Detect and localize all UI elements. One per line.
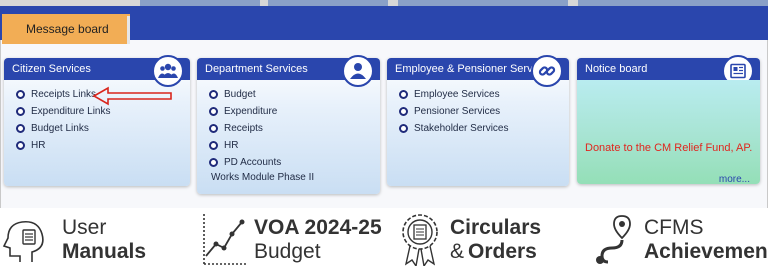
- list-item-pensioner-services[interactable]: Pensioner Services: [399, 103, 569, 120]
- card-title: Employee & Pensioner Services: [395, 63, 553, 75]
- list-item-expenditure[interactable]: Expenditure: [209, 103, 380, 120]
- feature-strip: User Manuals VOA 2024-25 Budget Circular…: [0, 208, 768, 267]
- list-item-hr[interactable]: HR: [16, 137, 190, 154]
- message-board-tab[interactable]: Message board: [2, 14, 130, 44]
- citizen-services-card: Citizen Services Receipts Links Expendit…: [4, 55, 190, 186]
- bullet-icon: [16, 90, 25, 99]
- list-item-pd-accounts[interactable]: PD Accounts: [209, 154, 380, 171]
- bullet-icon: [399, 124, 408, 133]
- list-item-receipts[interactable]: Receipts: [209, 120, 380, 137]
- employee-pensioner-card: Employee & Pensioner Services Employee S…: [387, 55, 569, 186]
- card-title: Department Services: [205, 63, 308, 75]
- card-header: Employee & Pensioner Services: [387, 55, 569, 87]
- card-header: Department Services: [197, 55, 380, 87]
- list-item-budget-links[interactable]: Budget Links: [16, 120, 190, 137]
- bullet-icon: [209, 90, 218, 99]
- feature-line2: Orders: [468, 240, 537, 263]
- red-arrow-icon: [92, 86, 172, 106]
- card-title: Citizen Services: [12, 63, 91, 75]
- more-link[interactable]: more...: [719, 174, 750, 185]
- card-title: Notice board: [585, 63, 648, 75]
- department-services-card: Department Services Budget Expenditure R…: [197, 55, 380, 194]
- user-manual-icon: [2, 220, 44, 262]
- certificate-badge-icon: [402, 214, 438, 266]
- bullet-icon: [399, 90, 408, 99]
- tab-divider: [127, 16, 130, 44]
- bullet-icon: [16, 141, 25, 150]
- user-manuals-link[interactable]: User Manuals: [2, 212, 182, 266]
- works-module-link[interactable]: Works Module Phase II: [197, 172, 380, 183]
- user-icon: [342, 55, 374, 87]
- notice-message[interactable]: Donate to the CM Relief Fund, AP.: [585, 142, 752, 154]
- circulars-orders-link[interactable]: Circulars & Orders: [398, 212, 578, 266]
- notice-board-card: Notice board Donate to the CM Relief Fun…: [577, 55, 760, 185]
- feature-line1: CFMS: [644, 216, 704, 239]
- feature-line1: Circulars: [450, 216, 542, 239]
- card-header: Notice board: [577, 55, 760, 87]
- bullet-icon: [16, 124, 25, 133]
- link-icon: [531, 55, 563, 87]
- bullet-icon: [16, 107, 25, 116]
- notice-body: Donate to the CM Relief Fund, AP. more..…: [577, 80, 760, 185]
- users-icon: [152, 55, 184, 87]
- message-board-bar: Message board: [0, 6, 768, 44]
- list-item-employee-services[interactable]: Employee Services: [399, 86, 569, 103]
- feature-amp: &: [450, 240, 465, 263]
- bullet-icon: [209, 141, 218, 150]
- list-item-stakeholder-services[interactable]: Stakeholder Services: [399, 120, 569, 137]
- bullet-icon: [209, 158, 218, 167]
- bullet-icon: [209, 107, 218, 116]
- feature-line2: Achievements: [644, 240, 768, 263]
- feature-line2: Budget: [254, 240, 321, 263]
- voa-budget-link[interactable]: VOA 2024-25 Budget: [200, 212, 385, 266]
- message-board-label: Message board: [26, 22, 109, 36]
- list-item-hr[interactable]: HR: [209, 137, 380, 154]
- feature-line1: User: [62, 216, 107, 239]
- map-pin-route-icon: [596, 215, 631, 264]
- card-header: Citizen Services: [4, 55, 190, 87]
- bullet-icon: [399, 107, 408, 116]
- bullet-icon: [209, 124, 218, 133]
- chart-trend-icon: [203, 214, 246, 266]
- feature-line1: VOA 2024-25: [254, 216, 382, 239]
- cfms-achievements-link[interactable]: CFMS Achievements: [592, 212, 768, 266]
- list-item-budget[interactable]: Budget: [209, 86, 380, 103]
- feature-line2: Manuals: [62, 240, 147, 263]
